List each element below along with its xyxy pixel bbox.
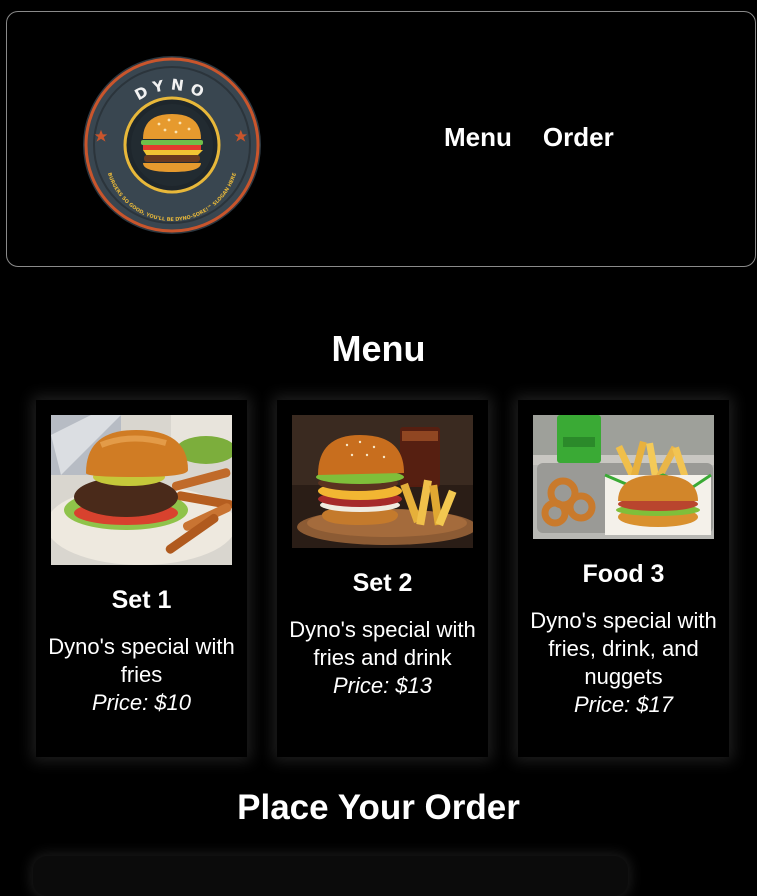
menu-item-price: Price: $17 — [573, 692, 674, 717]
menu-item-desc: Dyno's special with fries and drink — [289, 617, 476, 670]
main-nav: Menu Order — [444, 122, 614, 153]
burger-tray-photo — [533, 415, 714, 539]
menu-card-food-3[interactable]: Food 3 Dyno's special with fries, drink,… — [518, 400, 729, 757]
menu-item-desc: Dyno's special with fries, drink, and nu… — [530, 608, 717, 689]
menu-card-set-2[interactable]: Set 2 Dyno's special with fries and drin… — [277, 400, 488, 757]
menu-item-name: Set 2 — [352, 569, 413, 597]
menu-item-name: Set 1 — [111, 586, 172, 614]
order-form-panel — [33, 856, 628, 896]
menu-item-price: Price: $13 — [332, 673, 433, 698]
nav-order-link[interactable]: Order — [543, 122, 614, 153]
menu-section-title: Menu — [331, 328, 426, 369]
site-header: DYNO BURGERS SO GOOD, YOU'LL BE DYNO-SOR… — [6, 11, 756, 267]
menu-card-set-1[interactable]: Set 1 Dyno's special with fries Price: $… — [36, 400, 247, 757]
nav-menu-link[interactable]: Menu — [444, 122, 512, 153]
burger-fries-drink-photo — [292, 415, 473, 548]
menu-item-price: Price: $10 — [91, 690, 192, 715]
order-section-title: Place Your Order — [237, 788, 520, 827]
burger-fries-photo — [51, 415, 232, 565]
menu-item-name: Food 3 — [582, 560, 665, 588]
menu-item-desc: Dyno's special with fries — [48, 634, 235, 687]
dyno-logo[interactable]: DYNO BURGERS SO GOOD, YOU'LL BE DYNO-SOR… — [81, 54, 263, 236]
